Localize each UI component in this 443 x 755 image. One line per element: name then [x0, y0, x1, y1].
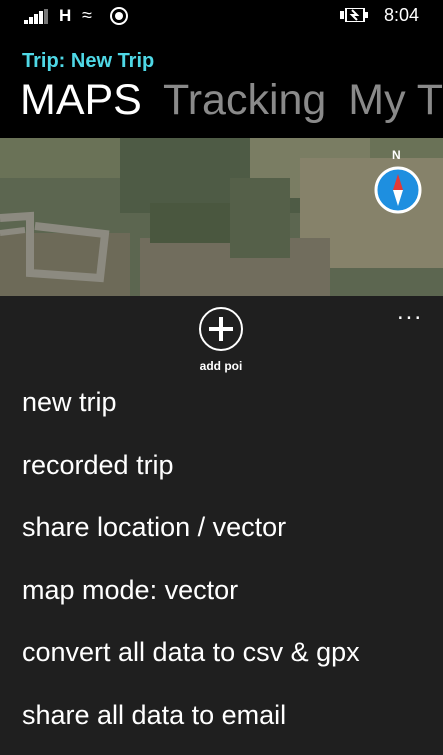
map-view[interactable]: N	[0, 138, 443, 296]
header: Trip: New Trip MAPS Tracking My Tr	[0, 32, 443, 138]
wifi-icon: ≈	[82, 5, 92, 26]
menu-item-map-mode[interactable]: map mode: vector	[22, 568, 432, 631]
menu-item-new-trip[interactable]: new trip	[22, 380, 432, 443]
network-type: H	[59, 6, 71, 26]
app-menu: new trip recorded trip share location / …	[22, 380, 432, 755]
add-poi-button[interactable]	[199, 307, 243, 351]
status-bar: H ≈ 8:04	[0, 0, 443, 32]
clock: 8:04	[384, 5, 419, 26]
add-poi-label: add poi	[180, 359, 262, 373]
signal-strength-icon	[24, 9, 50, 24]
compass-icon[interactable]	[374, 166, 422, 214]
compass-north-label: N	[392, 148, 401, 162]
battery-charging-icon	[340, 8, 370, 22]
more-options-button[interactable]: ...	[397, 298, 423, 326]
tab-my-trips[interactable]: My Tr	[348, 76, 443, 124]
trip-title: Trip: New Trip	[22, 50, 154, 73]
satellite-map	[0, 138, 443, 296]
pivot-headers: MAPS Tracking My Tr	[20, 76, 443, 125]
tab-maps[interactable]: MAPS	[20, 76, 142, 124]
menu-item-convert-data[interactable]: convert all data to csv & gpx	[22, 630, 432, 693]
location-icon	[110, 7, 128, 25]
menu-item-share-email[interactable]: share all data to email	[22, 693, 432, 755]
menu-item-share-location[interactable]: share location / vector	[22, 505, 432, 568]
menu-item-recorded-trip[interactable]: recorded trip	[22, 443, 432, 506]
tab-tracking[interactable]: Tracking	[163, 76, 326, 124]
